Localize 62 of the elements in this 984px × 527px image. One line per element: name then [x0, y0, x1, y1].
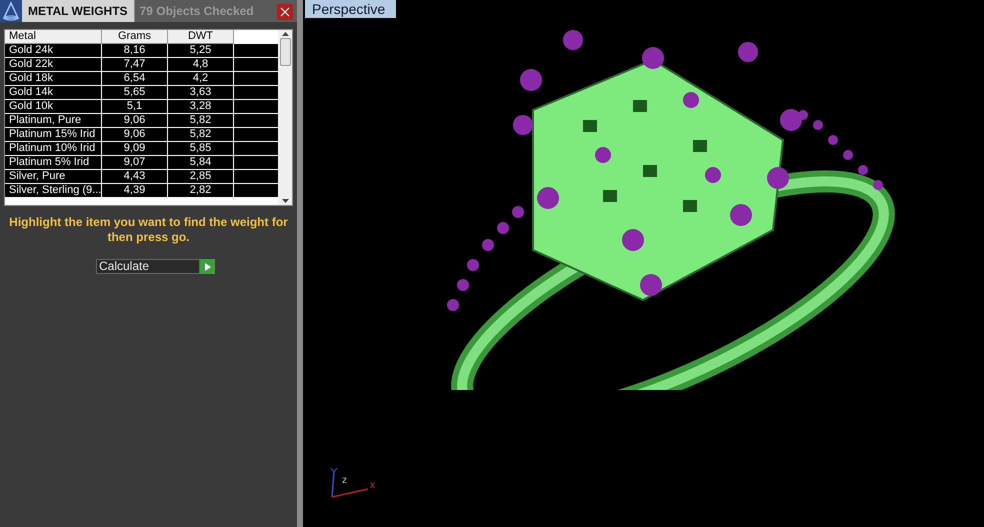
calculate-dropdown[interactable]: Calculate	[96, 259, 200, 274]
table-cell: 5,85	[168, 142, 234, 155]
table-row[interactable]: Gold 10k 5,1 3,28	[5, 100, 278, 114]
table-cell: Gold 14k	[5, 86, 102, 99]
axis-label: z	[342, 474, 347, 488]
pyramid-logo-icon	[0, 0, 22, 22]
table-cell: Platinum 5% Irid	[5, 156, 102, 169]
table-cell: 9,06	[102, 114, 168, 127]
axis-label: x	[370, 479, 375, 493]
close-icon	[280, 7, 290, 17]
table-cell: Platinum 15% Irid	[5, 128, 102, 141]
table-cell: 9,07	[102, 156, 168, 169]
table-cell: 5,65	[102, 86, 168, 99]
scroll-down-icon[interactable]	[282, 199, 288, 203]
scroll-thumb[interactable]	[280, 38, 290, 66]
table-cell: 4,8	[168, 58, 234, 71]
table-cell: 5,25	[168, 44, 234, 57]
table-cell: Gold 22k	[5, 58, 102, 71]
table-cell: 5,82	[168, 128, 234, 141]
column-header[interactable]: DWT	[168, 30, 234, 44]
table-cell: Gold 10k	[5, 100, 102, 113]
table-row[interactable]: Gold 22k 7,47 4,8	[5, 58, 278, 72]
table-cell: 5,82	[168, 114, 234, 127]
scrollbar[interactable]	[278, 30, 292, 205]
table-cell: Silver, Sterling (9...	[5, 184, 102, 197]
table-cell: 4,43	[102, 170, 168, 183]
table-cell: 5,84	[168, 156, 234, 169]
table-row[interactable]: Gold 18k 6,54 4,2	[5, 72, 278, 86]
close-button[interactable]	[277, 4, 293, 20]
table-row[interactable]: Platinum 5% Irid 9,07 5,84	[5, 156, 278, 170]
table-cell: 7,47	[102, 58, 168, 71]
instruction-text: Highlight the item you want to find the weight for then press go.	[8, 215, 289, 245]
column-header[interactable]: Metal	[5, 30, 102, 44]
table-cell: Gold 24k	[5, 44, 102, 57]
go-button[interactable]	[200, 259, 215, 274]
table-row[interactable]: Gold 24k 8,16 5,25	[5, 44, 278, 58]
table-cell: 9,09	[102, 142, 168, 155]
table-row[interactable]: Platinum 15% Irid 9,06 5,82	[5, 128, 278, 142]
play-icon	[204, 262, 210, 270]
table-row[interactable]: Platinum, Pure 9,06 5,82	[5, 114, 278, 128]
column-header[interactable]: Grams	[102, 30, 168, 44]
table-cell: 9,06	[102, 128, 168, 141]
table-cell: 3,63	[168, 86, 234, 99]
table-cell: 8,16	[102, 44, 168, 57]
table-row[interactable]: Platinum 10% Irid 9,09 5,85	[5, 142, 278, 156]
table-cell: 3,28	[168, 100, 234, 113]
table-cell: Gold 18k	[5, 72, 102, 85]
tab[interactable]: METAL WEIGHTS	[22, 0, 135, 22]
viewport-label[interactable]: Perspective	[305, 0, 396, 18]
table-cell: 2,82	[168, 184, 234, 197]
table-row[interactable]: Silver, Sterling (9... 4,39 2,82	[5, 184, 278, 198]
table-cell: 2,85	[168, 170, 234, 183]
table-cell: Platinum 10% Irid	[5, 142, 102, 155]
table-row[interactable]: Gold 14k 5,65 3,63	[5, 86, 278, 100]
scroll-up-icon[interactable]	[282, 32, 288, 36]
table-cell: Platinum, Pure	[5, 114, 102, 127]
table-row[interactable]: Silver, Pure 4,43 2,85	[5, 170, 278, 184]
table-cell: 4,39	[102, 184, 168, 197]
table-cell: 4,2	[168, 72, 234, 85]
table-cell: Silver, Pure	[5, 170, 102, 183]
table-cell: 6,54	[102, 72, 168, 85]
table-cell: 5,1	[102, 100, 168, 113]
